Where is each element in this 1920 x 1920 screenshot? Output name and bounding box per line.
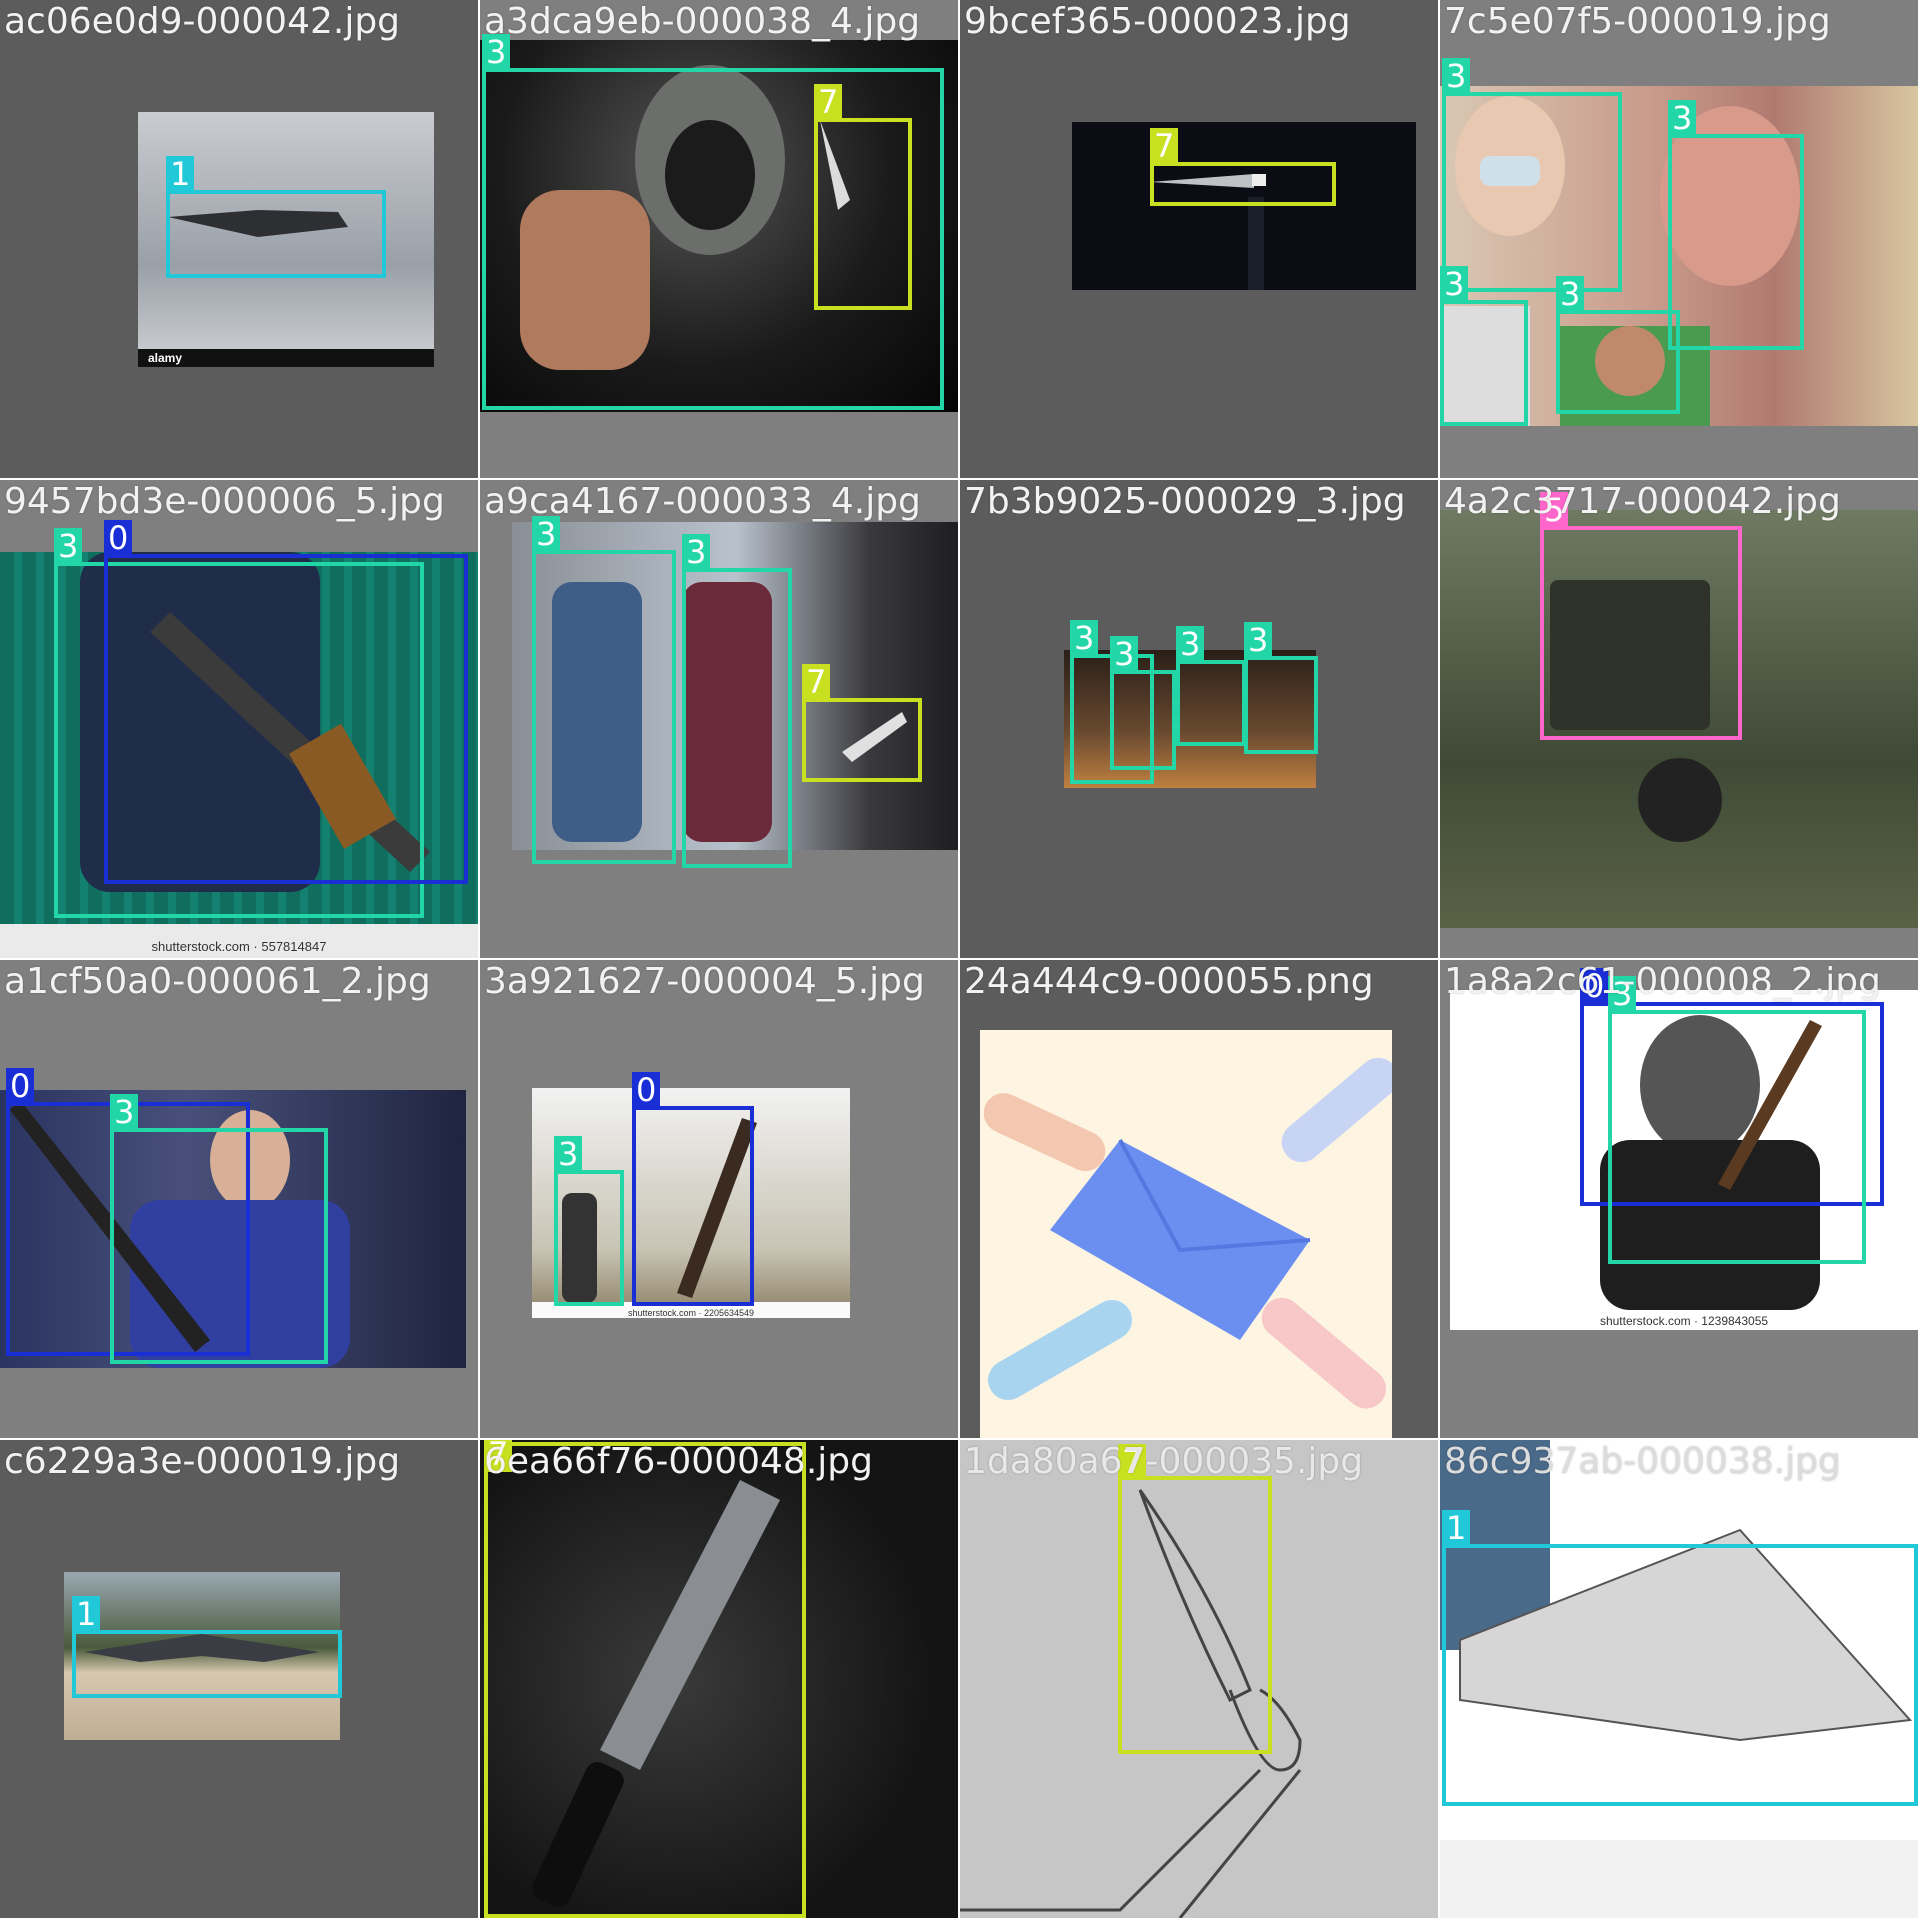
class-label: 3: [682, 534, 711, 570]
tile-filename: 86c937ab-000038.jpg: [1444, 1441, 1841, 1482]
class-label: 1: [1442, 1510, 1471, 1546]
class-label: 3: [1440, 266, 1469, 302]
detection-box: 3: [1110, 636, 1176, 770]
watermark-label: shutterstock.com · 1239843055: [1599, 1314, 1769, 1328]
detection-box: 7: [1118, 1444, 1272, 1754]
mosaic-tile[interactable]: 7 6ea66f76-000048.jpg: [480, 1440, 958, 1918]
envelope-hands-icon: [983, 1057, 1392, 1409]
mosaic-tile[interactable]: 7 9bcef365-000023.jpg: [960, 0, 1438, 478]
tile-photo: [980, 1030, 1392, 1438]
tile-filename: 9bcef365-000023.jpg: [964, 1, 1351, 42]
detection-box: 1: [72, 1596, 342, 1698]
detection-box: 7: [802, 664, 922, 782]
class-label: 3: [1244, 622, 1273, 658]
tile-photo: [1072, 122, 1416, 290]
class-label: 3: [1176, 626, 1205, 662]
tile-filename: 4a2c3717-000042.jpg: [1444, 481, 1841, 522]
class-label: 7: [1150, 128, 1179, 164]
class-label: 1: [72, 1596, 101, 1632]
class-label: 3: [1070, 620, 1099, 656]
tile-filename: c6229a3e-000019.jpg: [4, 1441, 401, 1482]
class-label: 3: [1442, 58, 1471, 94]
tile-filename: a3dca9eb-000038_4.jpg: [484, 1, 921, 42]
tile-filename: a9ca4167-000033_4.jpg: [484, 481, 921, 522]
image-mosaic: alamy 1 ac06e0d9-000042.jpg 3 7 a3dca9eb…: [0, 0, 1920, 1920]
tile-filename: 7b3b9025-000029_3.jpg: [964, 481, 1406, 522]
mosaic-tile[interactable]: 3 3 3 3 7b3b9025-000029_3.jpg: [960, 480, 1438, 958]
watermark-label: alamy: [148, 351, 183, 365]
detection-box: 3: [1442, 58, 1622, 292]
class-label: 3: [110, 1094, 139, 1130]
mosaic-tile[interactable]: 24a444c9-000055.png: [960, 960, 1438, 1438]
class-label: 0: [632, 1072, 661, 1108]
mosaic-tile[interactable]: alamy 1 ac06e0d9-000042.jpg: [0, 0, 478, 478]
detection-box: 0: [632, 1072, 754, 1306]
detection-box: 3: [1440, 266, 1528, 426]
class-label: 7: [814, 84, 843, 120]
detection-box: 7: [1150, 128, 1336, 206]
tile-filename: a1cf50a0-000061_2.jpg: [4, 961, 431, 1002]
detection-box: 5: [1540, 492, 1742, 740]
class-label: 3: [1110, 636, 1139, 672]
tile-filename: ac06e0d9-000042.jpg: [4, 1, 401, 42]
detection-box: 7: [484, 1440, 806, 1918]
mosaic-tile[interactable]: 7 1da80a67-000035.jpg: [960, 1440, 1438, 1918]
detection-box: 3: [1176, 626, 1246, 746]
tile-filename: 9457bd3e-000006_5.jpg: [4, 481, 445, 522]
class-label: 3: [1668, 100, 1697, 136]
mosaic-tile[interactable]: 5 4a2c3717-000042.jpg: [1440, 480, 1918, 958]
class-label: 3: [554, 1136, 583, 1172]
class-label: 7: [802, 664, 831, 700]
mosaic-tile[interactable]: shutterstock.com · 2205634549 3 0 3a9216…: [480, 960, 958, 1438]
class-label: 1: [166, 156, 195, 192]
detection-box: 3: [1608, 976, 1866, 1264]
mosaic-tile[interactable]: 1 c6229a3e-000019.jpg: [0, 1440, 478, 1918]
mosaic-tile[interactable]: 3 7 a3dca9eb-000038_4.jpg: [480, 0, 958, 478]
detection-box: 1: [1442, 1510, 1918, 1806]
class-label: 0: [6, 1068, 35, 1104]
detection-box: 3: [1556, 276, 1680, 414]
tile-filename: 1a8a2c61-000008_2.jpg: [1444, 961, 1881, 1002]
mosaic-tile[interactable]: 1 86c937ab-000038.jpg: [1440, 1440, 1918, 1918]
tile-filename: 7c5e07f5-000019.jpg: [1444, 1, 1831, 42]
detection-box: 3: [110, 1094, 328, 1364]
watermark-label: shutterstock.com · 2205634549: [627, 1308, 755, 1318]
tile-filename: 1da80a67-000035.jpg: [964, 1441, 1364, 1482]
tile-filename: 6ea66f76-000048.jpg: [484, 1441, 873, 1482]
detection-box: 3: [532, 516, 676, 864]
class-label: 3: [54, 528, 83, 564]
mosaic-tile[interactable]: shutterstock.com · 1239843055 0 3 1a8a2c…: [1440, 960, 1918, 1438]
detection-box: 3: [554, 1136, 624, 1306]
class-label: 3: [1556, 276, 1585, 312]
tile-filename: 3a921627-000004_5.jpg: [484, 961, 925, 1002]
mosaic-tile[interactable]: shutterstock.com · 557814847 3 0 9457bd3…: [0, 480, 478, 958]
mosaic-tile[interactable]: 0 3 a1cf50a0-000061_2.jpg: [0, 960, 478, 1438]
tile-filename: 24a444c9-000055.png: [964, 961, 1374, 1002]
detection-box: 0: [104, 520, 468, 884]
detection-box: 3: [1668, 100, 1804, 350]
detection-box: 3: [682, 534, 792, 868]
watermark-label: shutterstock.com · 557814847: [151, 939, 327, 954]
mosaic-tile[interactable]: 3 3 3 3 7c5e07f5-000019.jpg: [1440, 0, 1918, 478]
knife-icon: [1150, 174, 1266, 290]
detection-box: 3: [1244, 622, 1318, 754]
detection-box: 1: [166, 156, 386, 278]
class-label: 0: [104, 520, 133, 556]
detection-box: 7: [814, 84, 912, 310]
mosaic-tile[interactable]: 3 3 7 a9ca4167-000033_4.jpg: [480, 480, 958, 958]
